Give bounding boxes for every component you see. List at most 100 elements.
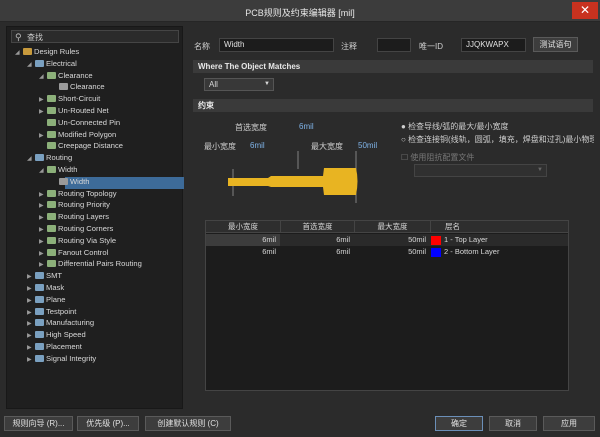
creepage-icon bbox=[47, 142, 56, 150]
testpoint-icon bbox=[35, 307, 44, 315]
uid-input[interactable]: JJQKWAPX bbox=[461, 38, 526, 52]
min-width-input[interactable]: 6mil bbox=[250, 141, 265, 150]
routing-icon bbox=[35, 154, 44, 162]
table-row[interactable]: 6mil 6mil 50mil 1 - Top Layer bbox=[206, 234, 568, 246]
tree-item-label: Clearance bbox=[70, 82, 105, 92]
chevron-down-icon: ▼ bbox=[264, 81, 270, 87]
priorities-button[interactable]: 优先级 (P)... bbox=[77, 416, 139, 431]
test-query-button[interactable]: 测试语句 bbox=[533, 37, 578, 52]
tree-item[interactable]: ▶ Short-Circuit bbox=[39, 93, 100, 105]
electrical-icon bbox=[35, 59, 44, 67]
option-check-physical-radio[interactable]: ○ 检查连接铜(线轨，圆弧，填充，焊盘和过孔)最小物理宽度 bbox=[401, 134, 594, 145]
rule-wizard-button[interactable]: 规则向导 (R)... bbox=[4, 416, 73, 431]
via-style-icon bbox=[47, 236, 56, 244]
layer-color-swatch bbox=[431, 248, 441, 257]
tree-item[interactable]: Un-Connected Pin bbox=[39, 117, 120, 129]
cell-pref[interactable]: 6mil bbox=[280, 234, 354, 246]
tree-item[interactable]: ▶ Modified Polygon bbox=[39, 129, 116, 141]
apply-button[interactable]: 应用 bbox=[543, 416, 595, 431]
tree-item[interactable]: ◢ Width bbox=[39, 164, 77, 176]
tree-item[interactable]: ▶ Signal Integrity bbox=[27, 353, 96, 365]
tree-item[interactable]: ◢ Design Rules bbox=[15, 46, 79, 58]
tree-item[interactable]: ▶ Placement bbox=[27, 341, 82, 353]
uid-label: 唯一ID bbox=[419, 42, 443, 51]
tree-item[interactable]: ▶ Fanout Control bbox=[39, 247, 108, 259]
tree-item-label: Electrical bbox=[46, 58, 77, 68]
tree-item[interactable]: ▶ Differential Pairs Routing bbox=[39, 258, 142, 270]
name-input[interactable]: Width bbox=[219, 38, 334, 52]
preferred-width-label: 首选宽度 bbox=[235, 123, 267, 132]
priority-icon bbox=[47, 201, 56, 209]
tree-item[interactable]: ▶ Plane bbox=[27, 294, 65, 306]
tree-item-label: Un-Routed Net bbox=[58, 106, 109, 115]
cell-max[interactable]: 50mil bbox=[354, 246, 430, 258]
cell-min[interactable]: 6mil bbox=[206, 234, 280, 246]
table-row[interactable]: 6mil 6mil 50mil 2 - Bottom Layer bbox=[206, 246, 568, 258]
clearance-rule-icon bbox=[59, 83, 68, 91]
tree-item[interactable]: ◢ Clearance bbox=[39, 70, 93, 82]
tree-item[interactable]: ▶ Routing Layers bbox=[39, 211, 109, 223]
where-scope-dropdown[interactable]: All ▼ bbox=[204, 78, 274, 91]
tree-item-label: Differential Pairs Routing bbox=[58, 259, 142, 269]
comment-input[interactable] bbox=[377, 38, 411, 52]
chevron-right-icon[interactable]: ▶ bbox=[27, 355, 35, 367]
search-icon: ⚲ bbox=[15, 32, 22, 42]
search-box[interactable]: ⚲ 查找 bbox=[11, 30, 179, 43]
ok-button[interactable]: 确定 bbox=[435, 416, 483, 431]
chevron-down-icon[interactable]: ◢ bbox=[39, 72, 47, 84]
tree-item[interactable]: ▶ Routing Topology bbox=[39, 188, 117, 200]
plane-icon bbox=[35, 295, 44, 303]
cell-min[interactable]: 6mil bbox=[206, 246, 280, 258]
impedance-profile-checkbox[interactable]: ☐ 使用阻抗配置文件 bbox=[401, 152, 474, 163]
tree-item-label: Un-Connected Pin bbox=[58, 117, 121, 127]
cell-layer: 1 - Top Layer bbox=[444, 235, 488, 244]
tree-item[interactable]: ◢ Electrical bbox=[27, 58, 77, 70]
tree-item[interactable]: Clearance bbox=[51, 81, 105, 93]
header-min-width[interactable]: 最小宽度 bbox=[206, 221, 280, 233]
header-preferred-width[interactable]: 首选宽度 bbox=[280, 221, 354, 233]
cell-pref[interactable]: 6mil bbox=[280, 246, 354, 258]
tree-item-label: Width bbox=[58, 165, 78, 174]
tree-item[interactable]: ▶ Routing Priority bbox=[39, 199, 110, 211]
tree-item-label: Signal Integrity bbox=[46, 353, 97, 363]
tree-item-label: SMT bbox=[46, 271, 63, 281]
layers-icon bbox=[47, 213, 56, 221]
tree-item[interactable]: ▶ SMT bbox=[27, 270, 62, 282]
tree-item[interactable]: ▶ Manufacturing bbox=[27, 317, 94, 329]
chevron-down-icon[interactable]: ◢ bbox=[27, 60, 35, 72]
footer-bar: 规则向导 (R)... 优先级 (P)... 创建默认规则 (C) 确定 取消 … bbox=[0, 411, 600, 437]
tree-item[interactable]: Creepage Distance bbox=[39, 140, 123, 152]
tree-item-label: Creepage Distance bbox=[58, 141, 124, 151]
tree-item[interactable]: ▶ High Speed bbox=[27, 329, 86, 341]
tree-item-label: Routing Layers bbox=[58, 212, 110, 222]
cell-max[interactable]: 50mil bbox=[354, 234, 430, 246]
tree-item-label: Routing Via Style bbox=[58, 235, 117, 245]
tree-item[interactable]: ▶ Un-Routed Net bbox=[39, 105, 109, 117]
table-header: 最小宽度 首选宽度 最大宽度 层名 bbox=[206, 221, 568, 233]
tree-item-label: Routing Priority bbox=[58, 200, 110, 210]
tree-item[interactable]: ▶ Routing Corners bbox=[39, 223, 113, 235]
header-layer-name[interactable]: 层名 bbox=[430, 221, 568, 233]
cancel-button[interactable]: 取消 bbox=[489, 416, 537, 431]
header-max-width[interactable]: 最大宽度 bbox=[354, 221, 430, 233]
corners-icon bbox=[47, 225, 56, 232]
preferred-width-input[interactable]: 6mil bbox=[299, 122, 314, 131]
high-speed-icon bbox=[35, 331, 44, 339]
impedance-profile-dropdown[interactable]: ▼ bbox=[414, 164, 547, 177]
tree-item-label: Manufacturing bbox=[46, 318, 95, 328]
chevron-down-icon[interactable]: ◢ bbox=[39, 166, 47, 178]
tree-item-label: Fanout Control bbox=[58, 247, 109, 257]
search-input[interactable]: 查找 bbox=[27, 32, 43, 43]
max-width-input[interactable]: 50mil bbox=[358, 141, 377, 150]
close-button[interactable]: ✕ bbox=[572, 2, 598, 19]
tree-item[interactable]: ▶ Routing Via Style bbox=[39, 235, 116, 247]
tree-item[interactable]: Width bbox=[51, 176, 89, 188]
option-check-min-max-radio[interactable]: ● 检查导线/弧的最大/最小宽度 bbox=[401, 121, 509, 132]
tree-item[interactable]: ◢ Routing bbox=[27, 152, 72, 164]
chevron-down-icon[interactable]: ◢ bbox=[27, 154, 35, 166]
window-title: PCB规则及约束编辑器 [mil] bbox=[245, 8, 355, 18]
chevron-down-icon[interactable]: ◢ bbox=[15, 48, 23, 60]
tree-item[interactable]: ▶ Testpoint bbox=[27, 306, 76, 318]
tree-item[interactable]: ▶ Mask bbox=[27, 282, 64, 294]
create-default-rules-button[interactable]: 创建默认规则 (C) bbox=[145, 416, 231, 431]
